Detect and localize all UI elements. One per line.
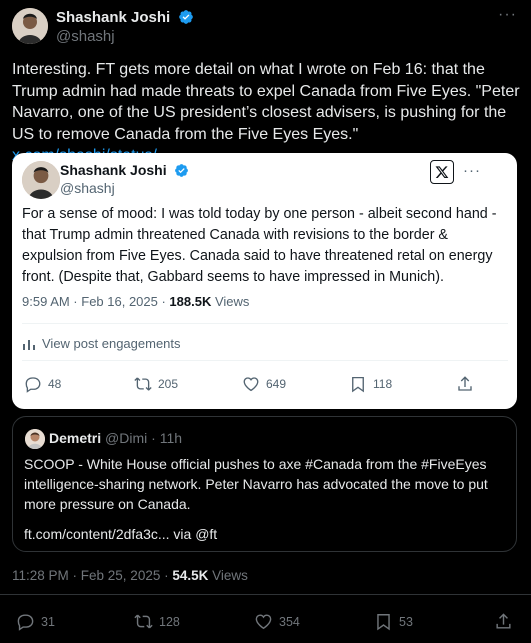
bookmark-count: 53 <box>399 614 413 629</box>
reply-button[interactable]: 31 <box>16 612 55 631</box>
like-button[interactable]: 354 <box>254 612 300 631</box>
embedded-more-options-icon[interactable]: ··· <box>463 162 481 179</box>
embedded-bookmark-count: 118 <box>373 377 393 391</box>
post-timestamp[interactable]: 11:28 PM · Feb 25, 2025 · <box>12 568 172 583</box>
quoted-author-avatar <box>25 429 45 449</box>
embedded-views-label: Views <box>214 294 250 309</box>
quoted-author-name: Demetri <box>49 430 102 446</box>
verified-badge-icon <box>175 164 189 177</box>
reply-icon <box>25 377 41 393</box>
embedded-post-text: For a sense of mood: I was told today by… <box>22 206 497 285</box>
repost-icon <box>134 377 152 391</box>
author-name[interactable]: Shashank Joshi <box>56 9 170 26</box>
embedded-post-card[interactable]: Shashank Joshi @shashj ··· For a sense o… <box>12 153 517 409</box>
embedded-repost-button[interactable]: 205 <box>134 375 178 393</box>
embedded-bookmark-button[interactable]: 118 <box>349 375 392 393</box>
view-engagements-button[interactable]: View post engagements <box>22 336 181 351</box>
heart-icon <box>243 377 259 392</box>
embedded-like-button[interactable]: 649 <box>242 375 286 393</box>
embedded-views-count: 188.5K <box>169 294 212 309</box>
analytics-icon <box>23 339 35 350</box>
bookmark-icon <box>377 614 390 631</box>
quoted-post-link: ft.com/content/2dfa3c... via @ft <box>24 526 218 542</box>
more-options-icon[interactable]: ··· <box>498 6 517 24</box>
quoted-author-handle: @Dimi <box>105 430 148 446</box>
x-logo-icon[interactable] <box>430 160 454 184</box>
share-button[interactable] <box>494 612 513 631</box>
reply-icon <box>17 614 34 631</box>
share-icon <box>496 613 511 629</box>
quoted-post-text: SCOOP - White House official pushes to a… <box>24 456 488 512</box>
embedded-author-avatar[interactable] <box>22 161 60 199</box>
post-body: Interesting. FT gets more detail on what… <box>12 61 520 143</box>
post-views-label: Views <box>212 568 248 583</box>
bookmark-button[interactable]: 53 <box>374 612 413 631</box>
post-actions: 31 128 354 53 <box>16 612 516 634</box>
embedded-divider-2 <box>22 360 508 361</box>
embedded-reply-button[interactable]: 48 <box>24 375 61 393</box>
actions-divider <box>0 594 531 595</box>
embedded-like-count: 649 <box>266 377 287 391</box>
quoted-post-card[interactable]: Demetri @Dimi · 11h SCOOP - White House … <box>12 416 517 552</box>
author-avatar[interactable] <box>12 8 48 44</box>
embedded-author-name[interactable]: Shashank Joshi <box>60 162 167 178</box>
heart-icon <box>255 614 272 630</box>
quoted-author-line: Demetri @Dimi · 11h <box>49 430 182 446</box>
post-views-count: 54.5K <box>172 568 209 583</box>
embedded-actions: 48 205 649 118 <box>24 375 504 395</box>
author-info: Shashank Joshi @shashj <box>56 8 194 46</box>
view-engagements-label: View post engagements <box>42 336 181 351</box>
post-meta: 11:28 PM · Feb 25, 2025 · 54.5K Views <box>12 568 248 583</box>
embedded-timestamp[interactable]: 9:59 AM · Feb 16, 2025 · <box>22 294 169 309</box>
quoted-time: · 11h <box>151 430 183 446</box>
author-handle[interactable]: @shashj <box>56 27 194 46</box>
repost-button[interactable]: 128 <box>134 612 180 631</box>
embedded-repost-count: 205 <box>158 377 179 391</box>
share-icon <box>458 376 472 391</box>
embedded-author-handle[interactable]: @shashj <box>60 179 189 197</box>
embedded-author-info: Shashank Joshi @shashj <box>60 161 189 197</box>
embedded-post-time: 9:59 AM · Feb 16, 2025 · 188.5K Views <box>22 294 249 309</box>
verified-badge-icon <box>179 10 194 24</box>
embedded-share-button[interactable] <box>456 375 474 398</box>
post-text: Interesting. FT gets more detail on what… <box>12 59 520 167</box>
embedded-divider <box>22 323 508 324</box>
repost-count: 128 <box>159 614 180 629</box>
bookmark-icon <box>352 376 364 393</box>
repost-icon <box>134 614 153 629</box>
embedded-reply-count: 48 <box>48 377 62 391</box>
reply-count: 31 <box>41 614 55 629</box>
like-count: 354 <box>279 614 300 629</box>
